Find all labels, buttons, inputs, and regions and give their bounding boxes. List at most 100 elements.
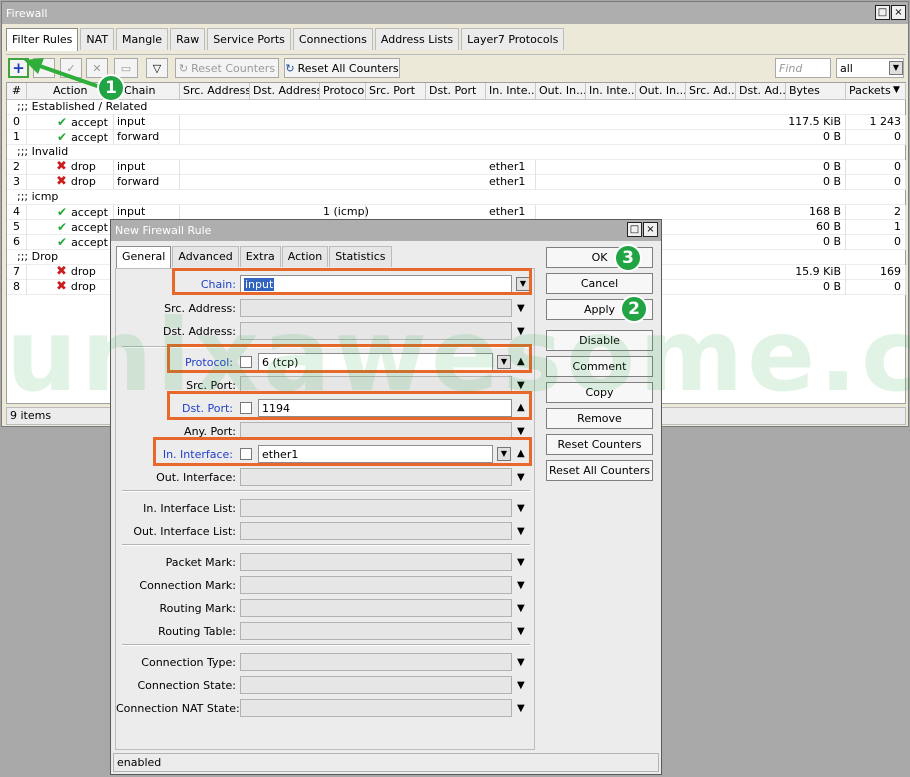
chevron-down-icon[interactable]: ▼ <box>497 355 511 369</box>
src-address-field[interactable] <box>240 299 512 317</box>
routing-table-field[interactable] <box>240 622 512 640</box>
col-out-interface[interactable]: Out. In... <box>536 83 586 100</box>
find-input[interactable]: Find <box>775 58 831 78</box>
chevron-down-icon[interactable]: ▼ <box>517 427 525 437</box>
chevron-down-icon[interactable]: ▼ <box>517 627 525 637</box>
reset-counters-button[interactable]: ↻ Reset Counters <box>175 58 279 78</box>
tab-connections[interactable]: Connections <box>292 28 373 50</box>
chevron-down-icon[interactable]: ▼ <box>497 447 511 461</box>
close-icon[interactable]: × <box>643 222 658 237</box>
tab-layer7-protocols[interactable]: Layer7 Protocols <box>461 28 565 50</box>
chevron-up-icon[interactable]: ▲ <box>517 403 525 413</box>
accept-icon: ✔ <box>57 220 68 234</box>
dialog-titlebar[interactable]: New Firewall Rule □ × <box>111 220 661 241</box>
chevron-down-icon[interactable]: ▼ <box>517 704 525 714</box>
dialog-tabs: General Advanced Extra Action Statistics <box>116 246 393 268</box>
dst-port-input[interactable]: 1194 <box>258 399 512 417</box>
col-in-interface-list[interactable]: In. Inte... <box>586 83 636 100</box>
sort-icon: ▼ <box>893 85 900 95</box>
chain-select[interactable]: input <box>240 275 512 293</box>
out-interface-field[interactable] <box>240 468 512 486</box>
tab-advanced[interactable]: Advanced <box>172 246 239 267</box>
chevron-down-icon[interactable]: ▼ <box>517 473 525 483</box>
src-address-label: Src. Address: <box>164 302 236 315</box>
protocol-select[interactable]: 6 (tcp) <box>258 353 493 371</box>
table-row[interactable]: 1 ✔ accept forward 0 B 0 <box>7 130 906 145</box>
tab-general[interactable]: General <box>116 246 172 268</box>
chevron-down-icon[interactable]: ▼ <box>517 658 525 668</box>
col-src-port[interactable]: Src. Port <box>366 83 426 100</box>
chevron-down-icon[interactable]: ▼ <box>517 558 525 568</box>
filter-select[interactable]: all ▼ <box>836 58 904 78</box>
close-icon[interactable]: × <box>891 5 906 20</box>
arrow-annotation <box>24 58 101 89</box>
tab-address-lists[interactable]: Address Lists <box>374 28 460 50</box>
routing-mark-field[interactable] <box>240 599 512 617</box>
connection-mark-field[interactable] <box>240 576 512 594</box>
disable-button[interactable]: Disable <box>546 330 653 351</box>
tab-statistics[interactable]: Statistics <box>329 246 392 267</box>
table-row[interactable]: 3 ✖ drop forward ether1 0 B 0 <box>7 174 906 190</box>
step-badge-2: 2 <box>620 295 648 323</box>
protocol-negate-checkbox[interactable] <box>240 356 252 368</box>
col-out-interface-list[interactable]: Out. In... <box>636 83 686 100</box>
reset-all-counters-button[interactable]: ↻ Reset All Counters <box>284 58 400 78</box>
col-src-address-list[interactable]: Src. Ad... <box>686 83 736 100</box>
table-row[interactable]: 2 ✖ drop input ether1 0 B 0 <box>7 160 906 175</box>
tab-raw[interactable]: Raw <box>170 28 206 50</box>
cancel-button[interactable]: Cancel <box>546 273 653 294</box>
connection-state-field[interactable] <box>240 676 512 694</box>
maximize-icon[interactable]: □ <box>875 5 890 20</box>
reset-counters-button[interactable]: Reset Counters <box>546 434 653 455</box>
connection-nat-state-field[interactable] <box>240 699 512 717</box>
chevron-down-icon[interactable]: ▼ <box>517 581 525 591</box>
out-interface-list-field[interactable] <box>240 522 512 540</box>
chevron-up-icon[interactable]: ▲ <box>517 449 525 459</box>
chevron-down-icon[interactable]: ▼ <box>517 527 525 537</box>
src-port-field[interactable] <box>240 376 512 394</box>
col-dst-address[interactable]: Dst. Address <box>250 83 320 100</box>
in-interface-label: In. Interface: <box>162 448 233 461</box>
tab-extra[interactable]: Extra <box>239 246 281 267</box>
col-protocol[interactable]: Protocol <box>320 83 366 100</box>
comment-button[interactable]: Comment <box>546 356 653 377</box>
in-interface-negate-checkbox[interactable] <box>240 448 252 460</box>
chevron-up-icon[interactable]: ▲ <box>517 357 525 367</box>
col-src-address[interactable]: Src. Address <box>180 83 250 100</box>
chevron-down-icon[interactable]: ▼ <box>516 277 530 291</box>
comment-row[interactable]: ;;; Invalid <box>7 145 905 160</box>
tab-service-ports[interactable]: Service Ports <box>207 28 291 50</box>
col-dst-port[interactable]: Dst. Port <box>426 83 486 100</box>
in-interface-select[interactable]: ether1 <box>258 445 493 463</box>
packet-mark-field[interactable] <box>240 553 512 571</box>
comment-row[interactable]: ;;; icmp <box>7 190 905 205</box>
in-interface-list-field[interactable] <box>240 499 512 517</box>
table-row[interactable]: 4 ✔ accept input 1 (icmp) ether1 168 B 2 <box>7 205 906 220</box>
drop-icon: ✖ <box>56 279 67 294</box>
chevron-down-icon[interactable]: ▼ <box>517 327 525 337</box>
dst-address-field[interactable] <box>240 322 512 340</box>
drop-icon: ✖ <box>56 174 67 189</box>
reset-all-counters-button[interactable]: Reset All Counters <box>546 460 653 481</box>
col-bytes[interactable]: Bytes <box>786 83 846 100</box>
chevron-down-icon[interactable]: ▼ <box>517 604 525 614</box>
tab-action[interactable]: Action <box>281 246 329 267</box>
any-port-field[interactable] <box>240 422 512 440</box>
chevron-down-icon[interactable]: ▼ <box>517 504 525 514</box>
copy-button[interactable]: Copy <box>546 382 653 403</box>
chevron-down-icon[interactable]: ▼ <box>517 304 525 314</box>
maximize-icon[interactable]: □ <box>627 222 642 237</box>
col-in-interface[interactable]: In. Inte... <box>486 83 536 100</box>
accept-icon: ✔ <box>57 130 68 144</box>
chevron-down-icon[interactable]: ▼ <box>517 381 525 391</box>
table-row[interactable]: 0 ✔ accept input 117.5 KiB 1 243 <box>7 115 906 130</box>
col-dst-address-list[interactable]: Dst. Ad... <box>736 83 786 100</box>
out-interface-label: Out. Interface: <box>156 471 236 484</box>
chevron-down-icon[interactable]: ▼ <box>517 681 525 691</box>
accept-icon: ✔ <box>57 235 68 249</box>
connection-mark-label: Connection Mark: <box>139 579 236 592</box>
connection-type-field[interactable] <box>240 653 512 671</box>
dst-port-negate-checkbox[interactable] <box>240 402 252 414</box>
connection-type-label: Connection Type: <box>141 656 236 669</box>
remove-button[interactable]: Remove <box>546 408 653 429</box>
